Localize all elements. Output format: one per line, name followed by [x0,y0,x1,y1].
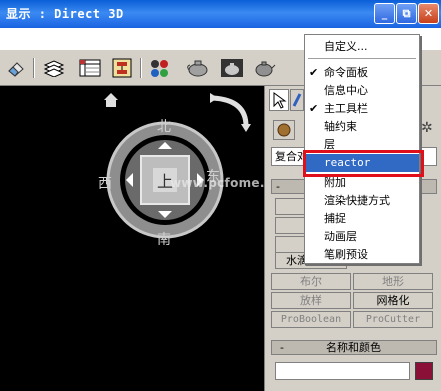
menu-item-label: 自定义... [324,40,368,53]
menu-item-brush-presets[interactable]: 笔刷预设 [305,246,419,264]
object-color-swatch[interactable] [415,362,433,380]
material-editor-icon[interactable] [148,57,172,79]
layers-icon[interactable] [42,57,66,79]
menu-item-animation-layers[interactable]: 动画层 [305,228,419,246]
highlight-box [303,150,424,177]
toolbar-separator [33,58,35,78]
close-button[interactable]: ✕ [418,3,439,24]
menu-item-render-shortcuts[interactable]: 渲染快捷方式 [305,192,419,210]
menu-item-label: 主工具栏 [324,102,368,115]
compass-north-label: 北 [157,119,171,135]
name-color-label: 名称和颜色 [326,341,381,354]
viewport[interactable]: 北 南 西 东 上 [0,86,264,391]
rollout-toggle: - [280,341,284,354]
boolean-button[interactable]: 布尔 [271,273,351,290]
menu-item-snaps[interactable]: 捕捉 [305,210,419,228]
menu-item-command-panel[interactable]: ✔ 命令面板 [305,64,419,82]
settings-icon[interactable]: ✲ [421,120,437,138]
compass-west-label: 西 [98,176,112,192]
mesher-button[interactable]: 网格化 [353,292,433,309]
menu-item-label: 信息中心 [324,84,368,97]
quick-render-icon[interactable] [220,57,244,79]
compass-south-label: 南 [157,232,171,248]
menu-item-label: 笔刷预设 [324,248,368,261]
loft-button[interactable]: 放样 [271,292,351,309]
menu-item-label: 渲染快捷方式 [324,194,390,207]
check-icon: ✔ [309,102,319,115]
minimize-button[interactable]: _ [374,3,395,24]
menu-item-info-center[interactable]: 信息中心 [305,82,419,100]
proboolean-button[interactable]: ProBoolean [271,311,351,328]
menu-item-main-toolbar[interactable]: ✔ 主工具栏 [305,100,419,118]
menu-item-label: 动画层 [324,230,357,243]
viewcube-widget[interactable] [0,86,264,391]
menu-item-customize[interactable]: 自定义... [305,38,419,56]
name-color-rollout[interactable]: - 名称和颜色 [271,340,437,355]
menu-item-label: 附加 [324,176,346,189]
object-name-input[interactable] [275,362,410,380]
modify-tab[interactable] [290,89,304,111]
restore-button[interactable]: ⧉ [396,3,417,24]
create-tab[interactable] [269,89,289,111]
schematic-icon[interactable] [110,57,134,79]
rotate-arrow-icon [212,95,249,127]
menu-separator [308,58,416,59]
menu-item-label: 捕捉 [324,212,346,225]
geometry-icon[interactable] [273,120,295,140]
procutter-button[interactable]: ProCutter [353,311,433,328]
render-teapot-icon[interactable] [252,57,276,79]
terrain-button[interactable]: 地形 [353,273,433,290]
title-bar: 显示 : Direct 3D _ ⧉ ✕ [0,0,441,28]
spreadsheet-icon[interactable] [78,57,102,79]
eraser-icon[interactable] [4,57,28,79]
menu-item-label: 命令面板 [324,66,368,79]
toolbar-separator [140,58,142,78]
menu-item-label: 轴约束 [324,120,357,133]
render-scene-icon[interactable] [186,57,210,79]
menu-item-axis-constraints[interactable]: 轴约束 [305,118,419,136]
home-icon [104,93,118,107]
toolbars-context-menu: 自定义... ✔ 命令面板 信息中心 ✔ 主工具栏 轴约束 层 reactor 附加… [304,34,420,264]
window-title: 显示 : Direct 3D [6,7,124,21]
rollout-toggle: - [276,180,280,193]
check-icon: ✔ [309,66,319,79]
